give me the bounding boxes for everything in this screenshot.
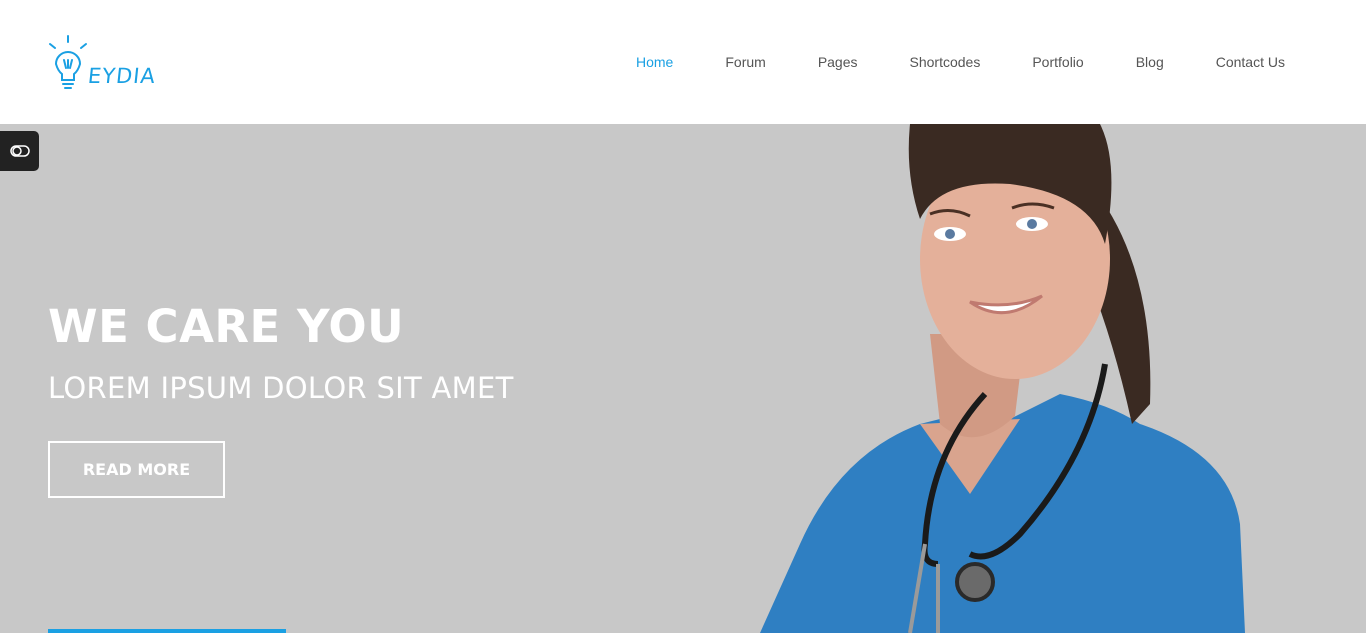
nav-shortcodes[interactable]: Shortcodes xyxy=(910,52,981,72)
nav-pages[interactable]: Pages xyxy=(818,52,858,72)
slider-progress-bar xyxy=(48,629,286,633)
hero-title: WE CARE YOU xyxy=(48,300,405,353)
nav-forum[interactable]: Forum xyxy=(725,52,765,72)
site-header: EYDIA Home Forum Pages Shortcodes Portfo… xyxy=(0,0,1366,124)
main-nav: Home Forum Pages Shortcodes Portfolio Bl… xyxy=(610,52,1285,72)
logo-text: EYDIA xyxy=(86,64,158,88)
read-more-button[interactable]: READ MORE xyxy=(48,441,225,498)
toggle-switch-button[interactable] xyxy=(0,131,39,171)
site-logo[interactable]: EYDIA xyxy=(46,34,157,92)
nav-portfolio[interactable]: Portfolio xyxy=(1032,52,1083,72)
lightbulb-icon xyxy=(49,35,87,89)
nav-home[interactable]: Home xyxy=(636,52,673,72)
nav-contact-us[interactable]: Contact Us xyxy=(1216,52,1285,72)
nav-blog[interactable]: Blog xyxy=(1136,52,1164,72)
toggle-icon xyxy=(9,145,30,157)
hero-subtitle: LOREM IPSUM DOLOR SIT AMET xyxy=(48,371,514,405)
nurse-photo xyxy=(760,124,1245,633)
